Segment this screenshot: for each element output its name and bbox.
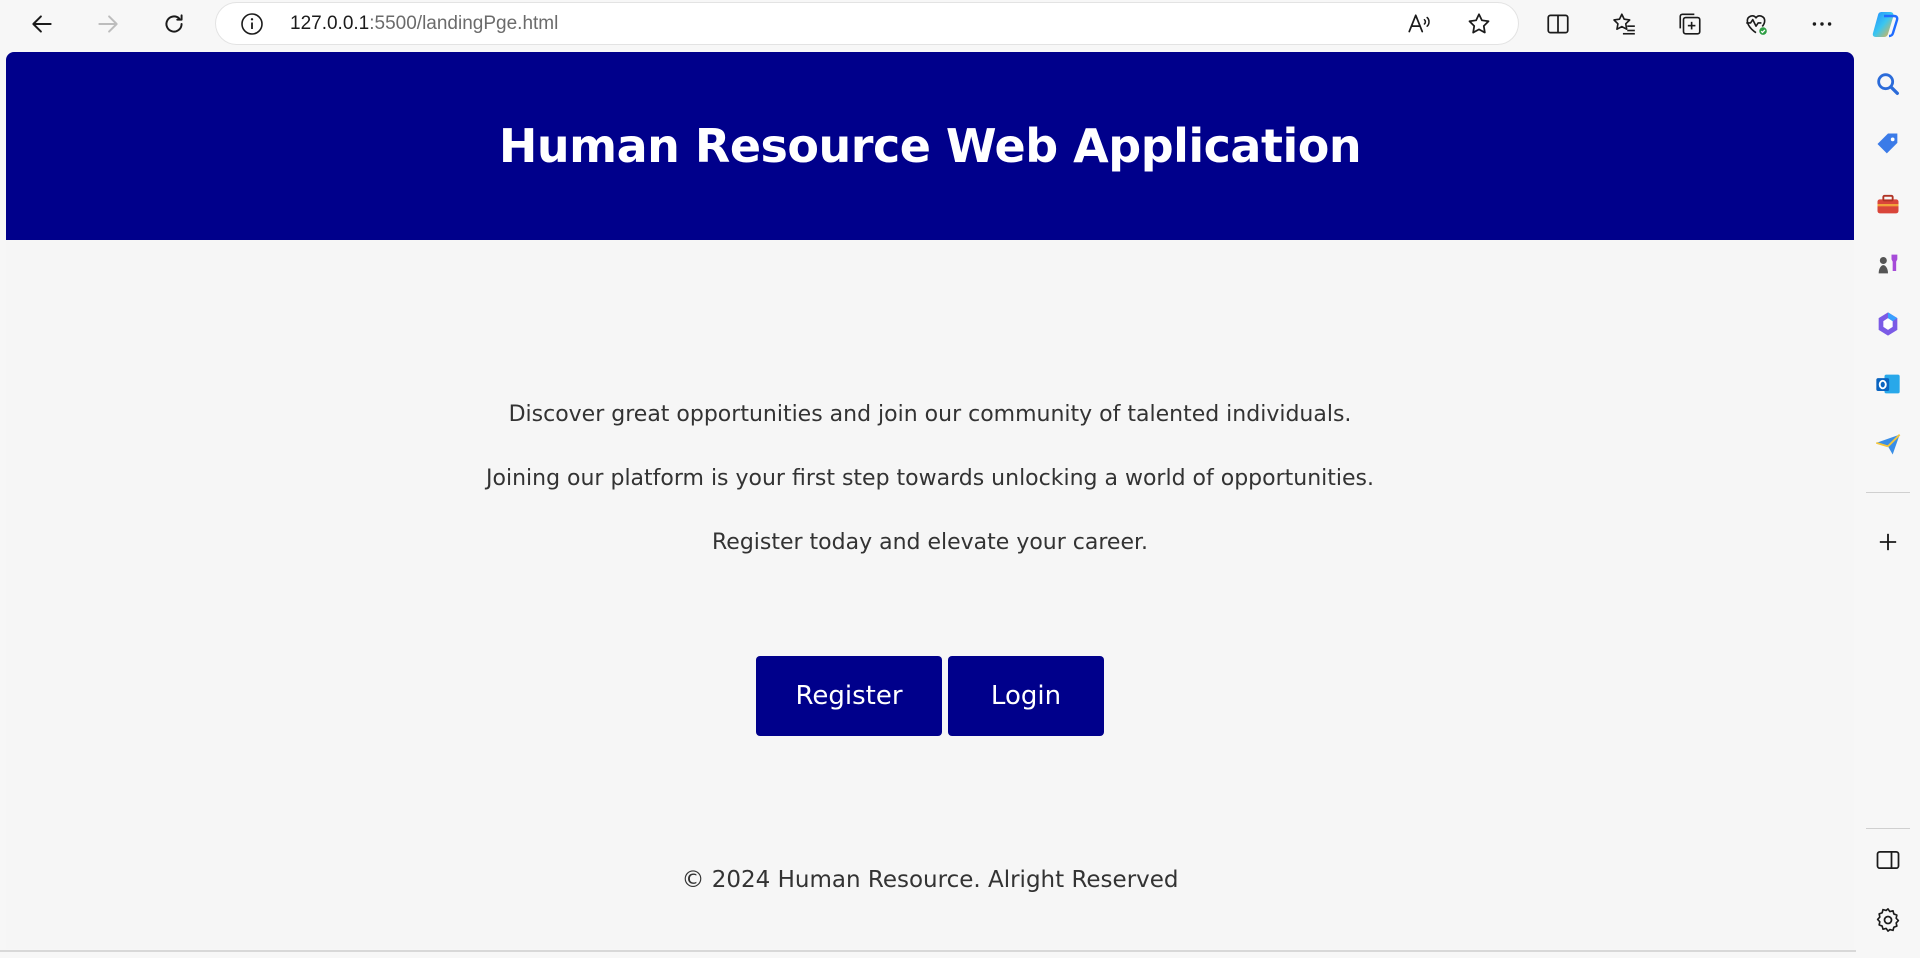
- page-footer: © 2024 Human Resource. Alright Reserved: [681, 867, 1179, 893]
- refresh-icon: [165, 14, 183, 33]
- refresh-button[interactable]: [156, 6, 192, 42]
- heart-pulse-icon: [1746, 15, 1767, 35]
- intro-line-3: Register today and elevate your career.: [711, 530, 1149, 555]
- sidebar-divider: [1866, 492, 1910, 493]
- star-icon[interactable]: [1466, 11, 1492, 37]
- split-screen-icon: [1547, 14, 1569, 34]
- shopping-tag-icon: [1877, 133, 1898, 154]
- add-icon: [1879, 533, 1897, 551]
- forward-arrow-icon: [98, 15, 118, 33]
- sidebar-games-button[interactable]: [1872, 248, 1904, 280]
- sidebar-add-button[interactable]: [1872, 526, 1904, 558]
- edge-sidebar: [1856, 48, 1920, 958]
- address-bar[interactable]: 127.0.0.1:5500/landingPge.html: [216, 3, 1518, 44]
- tools-icon: [1877, 194, 1899, 214]
- sidebar-toggle-icon: [1876, 850, 1900, 870]
- sidebar-divider-bottom: [1866, 828, 1910, 829]
- favorites-button[interactable]: [1606, 6, 1642, 42]
- settings-icon: [1876, 908, 1900, 932]
- forward-button[interactable]: [90, 6, 126, 42]
- read-aloud-icon[interactable]: [1406, 11, 1432, 37]
- sidebar-send-button[interactable]: [1872, 428, 1904, 460]
- page-viewport: Human Resource Web Application Discover …: [6, 52, 1854, 949]
- info-icon[interactable]: [240, 12, 264, 36]
- sidebar-shopping-button[interactable]: [1872, 128, 1904, 160]
- more-button[interactable]: [1804, 6, 1840, 42]
- games-icon: [1878, 254, 1898, 274]
- intro-line-2: Joining our platform is your first step …: [486, 466, 1374, 491]
- sidebar-tools-button[interactable]: [1872, 188, 1904, 220]
- url-text[interactable]: 127.0.0.1:5500/landingPge.html: [290, 13, 558, 35]
- browser-toolbar: 127.0.0.1:5500/landingPge.html: [0, 0, 1920, 48]
- microsoft365-icon: [1878, 312, 1898, 336]
- page-title: Human Resource Web Application: [498, 119, 1362, 173]
- register-button[interactable]: Register: [756, 656, 942, 736]
- collections-button[interactable]: [1672, 6, 1708, 42]
- sidebar-outlook-button[interactable]: [1872, 368, 1904, 400]
- intro-line-1: Discover great opportunities and join ou…: [508, 402, 1352, 427]
- favorites-icon: [1613, 13, 1635, 35]
- send-icon: [1876, 434, 1901, 455]
- sidebar-settings-button[interactable]: [1872, 904, 1904, 936]
- browser-window: 127.0.0.1:5500/landingPge.html Human Res…: [0, 0, 1920, 958]
- url-host: 127.0.0.1: [290, 13, 370, 34]
- more-icon: [1812, 22, 1832, 26]
- copilot-icon[interactable]: [1868, 6, 1904, 42]
- sidebar-search-button[interactable]: [1872, 68, 1904, 100]
- outlook-icon: [1876, 374, 1900, 394]
- collections-icon: [1679, 13, 1701, 35]
- split-screen-button[interactable]: [1540, 6, 1576, 42]
- sidebar-toggle-button[interactable]: [1872, 844, 1904, 876]
- window-bottom-border: [0, 950, 1856, 952]
- browser-essentials-button[interactable]: [1738, 6, 1774, 42]
- page-header: Human Resource Web Application: [6, 52, 1854, 240]
- back-button[interactable]: [24, 6, 60, 42]
- login-button[interactable]: Login: [948, 656, 1104, 736]
- back-arrow-icon: [32, 15, 52, 33]
- action-buttons: Register Login: [6, 656, 1854, 736]
- search-icon: [1877, 73, 1899, 95]
- url-path: :5500/landingPge.html: [369, 13, 559, 34]
- sidebar-m365-button[interactable]: [1872, 308, 1904, 340]
